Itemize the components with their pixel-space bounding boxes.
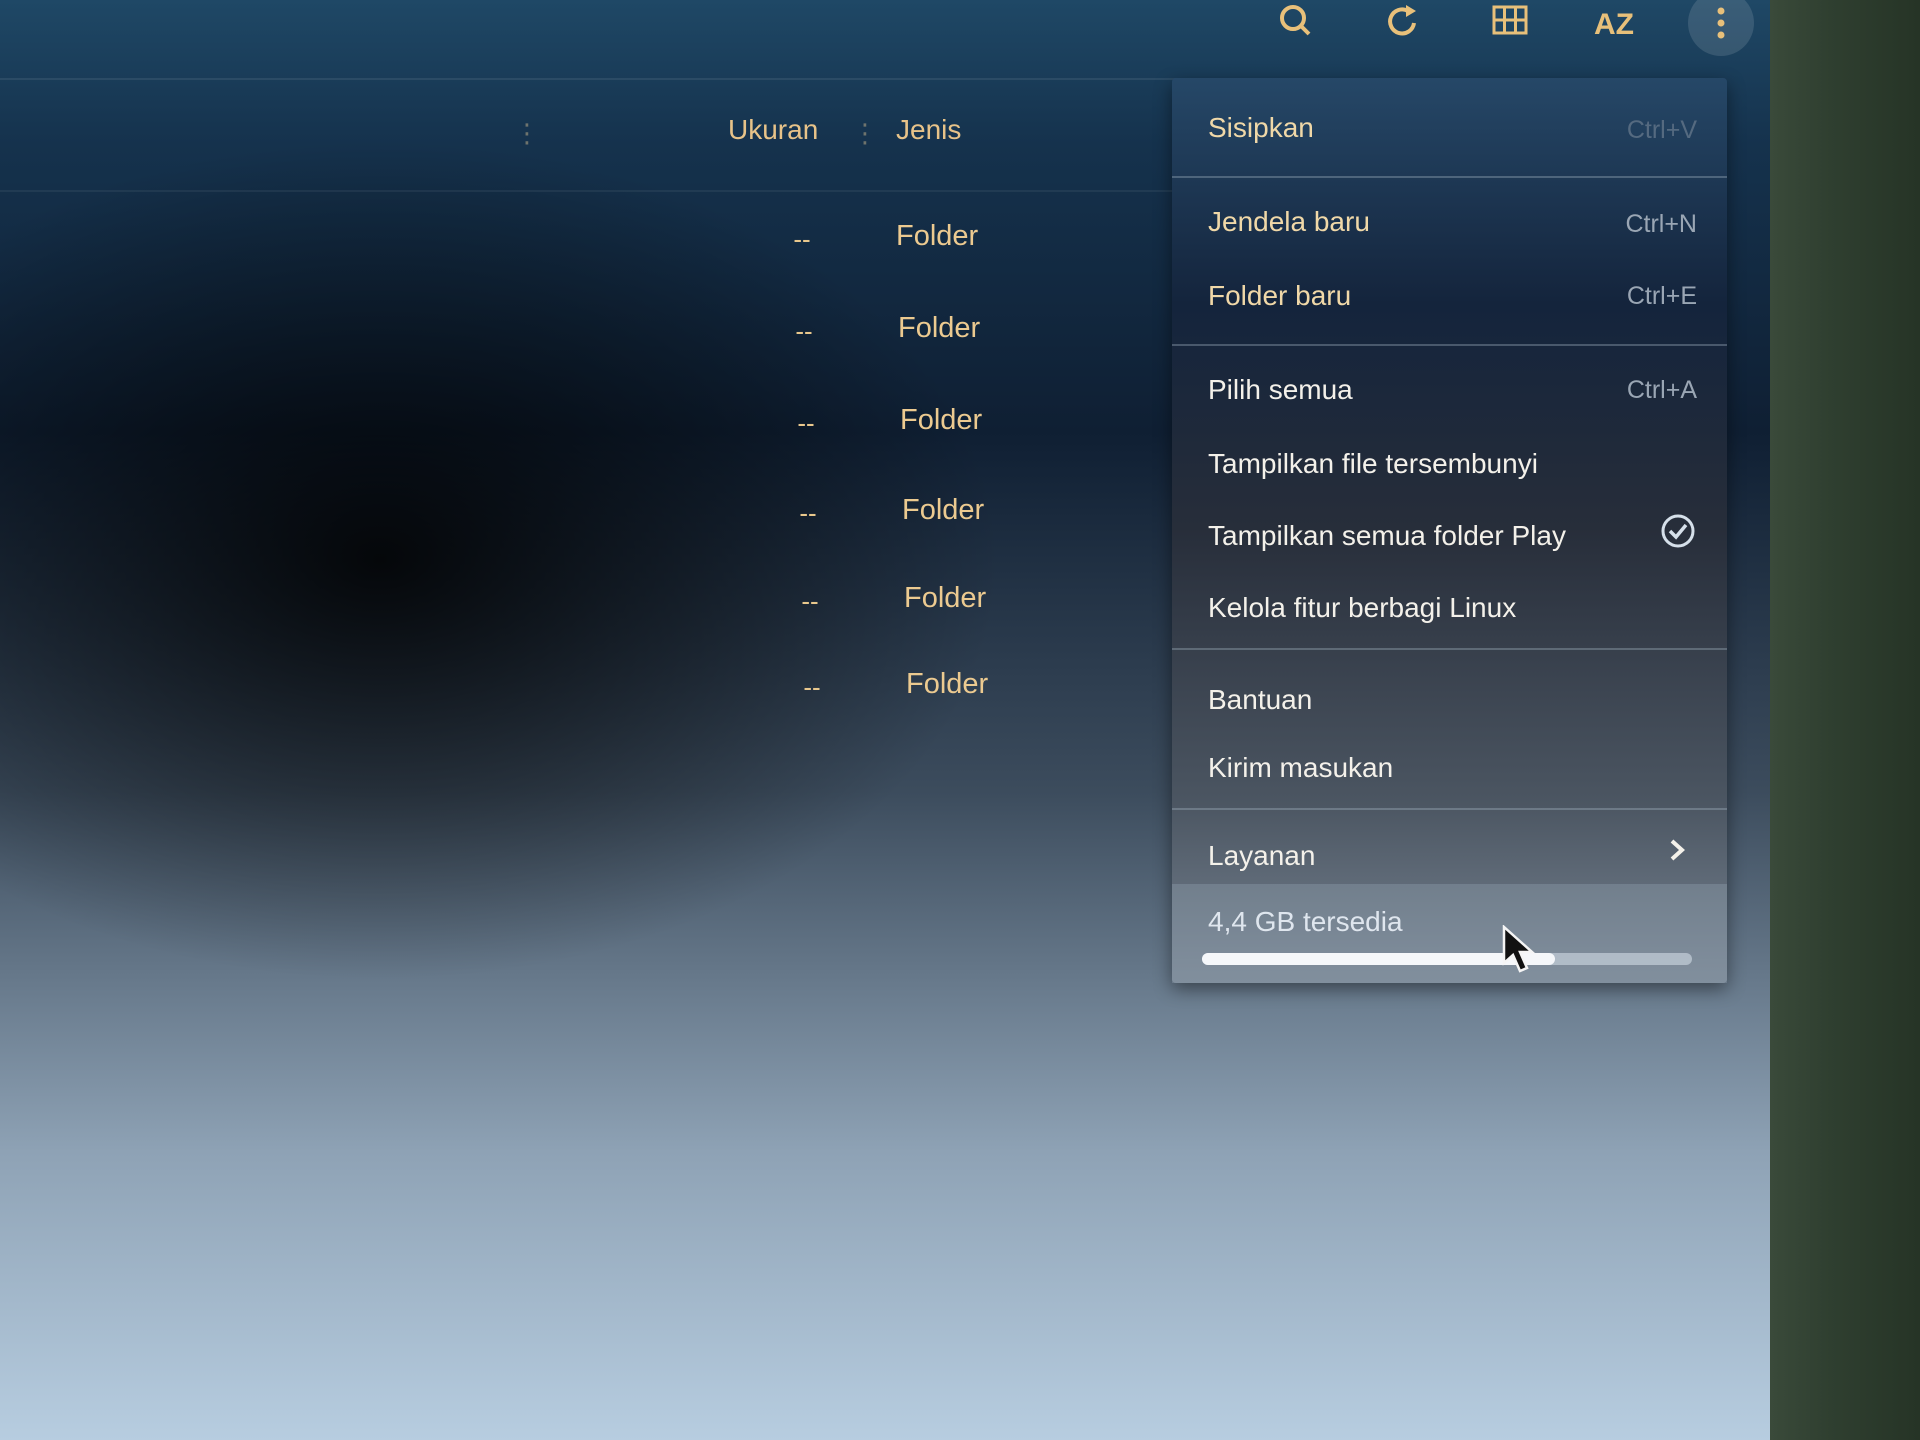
- column-header-size[interactable]: Ukuran: [728, 114, 818, 146]
- row-size: --: [797, 408, 815, 438]
- storage-bar: [1202, 953, 1692, 965]
- mouse-cursor-icon: [1502, 925, 1536, 973]
- menu-item-shortcut: Ctrl+N: [1625, 210, 1697, 238]
- column-resize-handle[interactable]: ⋮: [514, 118, 540, 148]
- check-circle-icon: [1661, 514, 1695, 548]
- monitor-bezel: [1770, 0, 1920, 1440]
- refresh-button[interactable]: [1374, 0, 1434, 50]
- menu-divider: [1172, 344, 1727, 346]
- more-vert-icon: [1717, 7, 1725, 39]
- menu-item-shortcut: Ctrl+E: [1626, 282, 1697, 310]
- header-divider: [0, 190, 1175, 192]
- menu-item-label: Folder baru: [1208, 280, 1352, 311]
- menu-item-shortcut: Ctrl+A: [1626, 376, 1697, 404]
- menu-divider: [1172, 176, 1727, 178]
- menu-divider: [1172, 648, 1727, 650]
- menu-item-label: Layanan: [1208, 840, 1316, 871]
- menu-item-label: Kirim masukan: [1208, 752, 1394, 783]
- row-type: Folder: [900, 404, 983, 436]
- toolbar: AZ: [0, 0, 1770, 78]
- toolbar-divider: [0, 78, 1180, 80]
- menu-item-label: Kelola fitur berbagi Linux: [1208, 592, 1517, 623]
- search-button[interactable]: [1266, 0, 1326, 50]
- menu-divider: [1172, 808, 1727, 810]
- overflow-menu: Sisipkan Ctrl+V Jendela baru Ctrl+N Fold…: [1172, 78, 1727, 983]
- row-size: --: [793, 224, 811, 254]
- row-size: --: [803, 672, 821, 702]
- storage-label: 4,4 GB tersedia: [1208, 906, 1403, 937]
- menu-item-label: Pilih semua: [1208, 374, 1353, 405]
- row-type: Folder: [906, 668, 989, 700]
- more-options-button[interactable]: [1688, 0, 1754, 56]
- row-type: Folder: [898, 312, 981, 344]
- row-type: Folder: [904, 582, 987, 614]
- sort-az-icon: AZ: [1594, 8, 1634, 41]
- refresh-icon: [1388, 5, 1416, 36]
- column-resize-handle[interactable]: ⋮: [852, 118, 878, 148]
- menu-item-label: Sisipkan: [1208, 112, 1314, 143]
- menu-item-label: Tampilkan file tersembunyi: [1208, 448, 1538, 479]
- column-header-type[interactable]: Jenis: [896, 114, 961, 146]
- row-size: --: [801, 586, 819, 616]
- row-size: --: [799, 498, 817, 528]
- search-icon: [1280, 5, 1311, 36]
- row-type: Folder: [896, 220, 979, 252]
- sort-az-button[interactable]: AZ: [1584, 0, 1644, 50]
- menu-item-label: Bantuan: [1208, 684, 1313, 715]
- grid-view-button[interactable]: [1480, 0, 1540, 50]
- row-type: Folder: [902, 494, 985, 526]
- grid-view-icon: [1492, 5, 1528, 35]
- chevron-right-icon: [1670, 839, 1685, 861]
- menu-item-label: Tampilkan semua folder Play: [1208, 520, 1566, 551]
- menu-item-shortcut: Ctrl+V: [1626, 116, 1697, 144]
- menu-item-label: Jendela baru: [1208, 206, 1370, 237]
- screen: AZ ⋮ Ukuran ⋮ Jenis -- Folder -- Folder …: [0, 0, 1770, 1440]
- row-size: --: [795, 316, 813, 346]
